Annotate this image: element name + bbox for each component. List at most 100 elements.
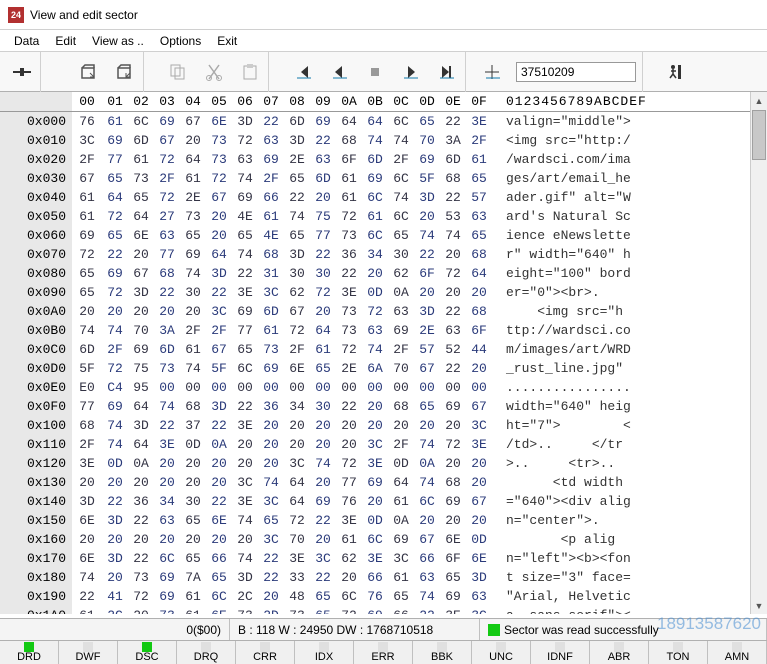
hex-byte[interactable]: 67 bbox=[466, 492, 492, 511]
hex-byte[interactable]: 22 bbox=[284, 188, 310, 207]
hex-byte[interactable]: 61 bbox=[128, 150, 154, 169]
hex-row[interactable]: 0x1A0612C2073616E732D7365726966223E3Ca, … bbox=[0, 606, 767, 614]
hex-byte[interactable]: 74 bbox=[232, 245, 258, 264]
hex-byte[interactable]: 20 bbox=[414, 511, 440, 530]
ascii-cell[interactable]: ges/art/email_he bbox=[492, 169, 631, 188]
hex-byte[interactable]: 33 bbox=[284, 568, 310, 587]
hex-byte[interactable]: 68 bbox=[258, 245, 284, 264]
hex-byte[interactable]: 63 bbox=[440, 321, 466, 340]
hex-byte[interactable]: 22 bbox=[154, 416, 180, 435]
hex-byte[interactable]: 73 bbox=[128, 568, 154, 587]
hex-byte[interactable]: 3D bbox=[102, 549, 128, 568]
hex-byte[interactable]: 72 bbox=[440, 264, 466, 283]
hex-byte[interactable]: 3C bbox=[466, 606, 492, 614]
hex-byte[interactable]: 68 bbox=[466, 302, 492, 321]
hex-byte[interactable]: 0A bbox=[206, 435, 232, 454]
hex-byte[interactable]: 72 bbox=[284, 511, 310, 530]
hex-byte[interactable]: 20 bbox=[206, 207, 232, 226]
hex-byte[interactable]: 67 bbox=[72, 169, 102, 188]
hex-byte[interactable]: 64 bbox=[128, 207, 154, 226]
hex-byte[interactable]: 36 bbox=[258, 397, 284, 416]
hex-byte[interactable]: 20 bbox=[258, 416, 284, 435]
hex-byte[interactable]: 2F bbox=[72, 435, 102, 454]
hex-byte[interactable]: 22 bbox=[414, 245, 440, 264]
hex-byte[interactable]: 72 bbox=[440, 435, 466, 454]
hex-byte[interactable]: 00 bbox=[284, 378, 310, 397]
ascii-cell[interactable]: n="center">. bbox=[492, 511, 623, 530]
hex-byte[interactable]: 63 bbox=[414, 568, 440, 587]
hex-byte[interactable]: 20 bbox=[362, 397, 388, 416]
hex-byte[interactable]: 61 bbox=[72, 207, 102, 226]
hex-byte[interactable]: 2F bbox=[72, 150, 102, 169]
hex-row[interactable]: 0x0A020202020203C696D67207372633D2268 <i… bbox=[0, 302, 767, 321]
hex-byte[interactable]: 20 bbox=[466, 473, 492, 492]
hex-byte[interactable]: 20 bbox=[102, 473, 128, 492]
hex-byte[interactable]: 20 bbox=[128, 302, 154, 321]
hex-byte[interactable]: 22 bbox=[440, 302, 466, 321]
hex-byte[interactable]: 44 bbox=[466, 340, 492, 359]
hex-byte[interactable]: 74 bbox=[388, 188, 414, 207]
hex-byte[interactable]: 69 bbox=[310, 492, 336, 511]
hex-byte[interactable]: 00 bbox=[414, 378, 440, 397]
hex-byte[interactable]: 22 bbox=[258, 112, 284, 131]
hex-byte[interactable]: 73 bbox=[336, 226, 362, 245]
hex-byte[interactable]: 3C bbox=[232, 473, 258, 492]
hex-byte[interactable]: 2C bbox=[232, 587, 258, 606]
hex-byte[interactable]: 73 bbox=[206, 150, 232, 169]
hex-byte[interactable]: 69 bbox=[232, 302, 258, 321]
hex-byte[interactable]: 69 bbox=[440, 397, 466, 416]
hex-byte[interactable]: 2F bbox=[154, 169, 180, 188]
hex-byte[interactable]: 61 bbox=[102, 112, 128, 131]
hex-byte[interactable]: 6F bbox=[466, 321, 492, 340]
hex-byte[interactable]: 22 bbox=[128, 511, 154, 530]
ascii-cell[interactable]: r" width="640" h bbox=[492, 245, 631, 264]
hex-byte[interactable]: 20 bbox=[414, 207, 440, 226]
hex-byte[interactable]: 67 bbox=[466, 397, 492, 416]
scroll-down-icon[interactable]: ▼ bbox=[751, 597, 767, 614]
hex-byte[interactable]: 20 bbox=[440, 245, 466, 264]
hex-byte[interactable]: E0 bbox=[72, 378, 102, 397]
hex-byte[interactable]: 34 bbox=[154, 492, 180, 511]
hex-row[interactable]: 0x0D05F727573745F6C696E652E6A70672220_ru… bbox=[0, 359, 767, 378]
hex-byte[interactable]: 65 bbox=[72, 264, 102, 283]
hex-byte[interactable]: 69 bbox=[72, 226, 102, 245]
hex-byte[interactable]: 61 bbox=[466, 150, 492, 169]
hex-byte[interactable]: 0D bbox=[362, 283, 388, 302]
hex-byte[interactable]: 64 bbox=[388, 473, 414, 492]
hex-byte[interactable]: 34 bbox=[362, 245, 388, 264]
hex-byte[interactable]: 6D bbox=[362, 150, 388, 169]
hex-byte[interactable]: 22 bbox=[232, 397, 258, 416]
hex-byte[interactable]: 20 bbox=[466, 454, 492, 473]
hex-byte[interactable]: 69 bbox=[154, 587, 180, 606]
hex-byte[interactable]: 20 bbox=[414, 283, 440, 302]
hex-byte[interactable]: 22 bbox=[72, 587, 102, 606]
hex-byte[interactable]: 69 bbox=[362, 606, 388, 614]
hex-byte[interactable]: 2E bbox=[284, 150, 310, 169]
hex-byte[interactable]: 20 bbox=[466, 359, 492, 378]
hex-byte[interactable]: 65 bbox=[310, 359, 336, 378]
ascii-cell[interactable]: width="640" heig bbox=[492, 397, 631, 416]
hex-byte[interactable]: 72 bbox=[232, 131, 258, 150]
hex-byte[interactable]: 74 bbox=[232, 549, 258, 568]
hex-row[interactable]: 0x10068743D2237223E20202020202020203Cht=… bbox=[0, 416, 767, 435]
hex-byte[interactable]: 65 bbox=[258, 511, 284, 530]
hex-byte[interactable]: 2C bbox=[102, 606, 128, 614]
hex-byte[interactable]: 57 bbox=[466, 188, 492, 207]
hex-byte[interactable]: 22 bbox=[336, 397, 362, 416]
hex-byte[interactable]: 65 bbox=[310, 587, 336, 606]
hex-byte[interactable]: 3C bbox=[466, 416, 492, 435]
hex-byte[interactable]: 74 bbox=[362, 340, 388, 359]
ascii-cell[interactable]: a, sans-serif">< bbox=[492, 606, 631, 614]
hex-row[interactable]: 0x09065723D2230223E3C62723E0D0A202020er=… bbox=[0, 283, 767, 302]
hex-byte[interactable]: 2F bbox=[258, 169, 284, 188]
hex-byte[interactable]: 65 bbox=[128, 188, 154, 207]
hex-byte[interactable]: 3D bbox=[414, 188, 440, 207]
hex-byte[interactable]: 2F bbox=[388, 435, 414, 454]
hex-byte[interactable]: 61 bbox=[258, 321, 284, 340]
hex-byte[interactable]: 61 bbox=[180, 606, 206, 614]
hex-byte[interactable]: 3D bbox=[206, 397, 232, 416]
hex-byte[interactable]: 3D bbox=[232, 112, 258, 131]
hex-byte[interactable]: 65 bbox=[466, 226, 492, 245]
hex-byte[interactable]: 30 bbox=[180, 492, 206, 511]
hex-byte[interactable]: 22 bbox=[258, 568, 284, 587]
